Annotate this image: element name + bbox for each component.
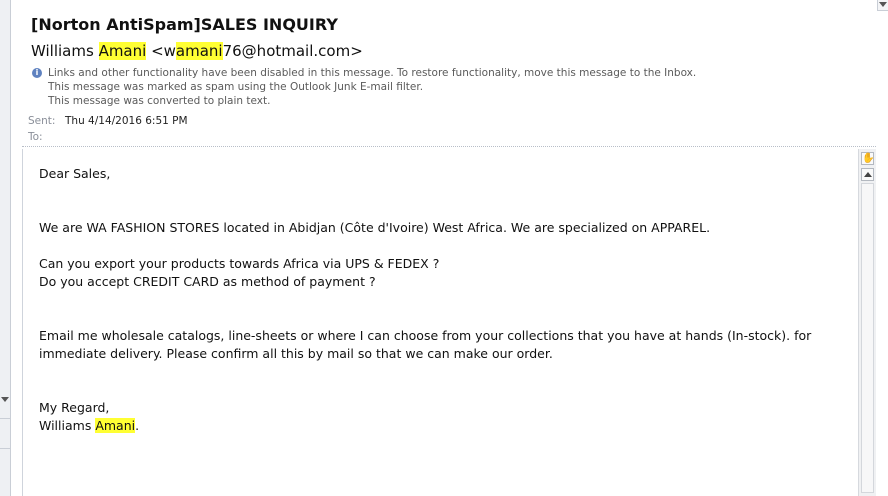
body-paragraph-line: Can you export your products towards Afr… (39, 256, 440, 271)
info-bar[interactable]: Links and other functionality have been … (48, 66, 696, 108)
body-signature: Williams Amani. (39, 417, 839, 435)
to-label: To: (28, 131, 43, 143)
chevron-down-icon (879, 2, 887, 7)
sender-name: Williams (31, 42, 99, 60)
body-paragraph: We are WA FASHION STORES located in Abid… (39, 220, 711, 235)
divider (0, 448, 10, 449)
body-closing: My Regard, (39, 400, 110, 415)
sender-name-highlight: Amani (98, 42, 147, 60)
sender-email-open: <w (146, 42, 176, 60)
signature-highlight: Amani (95, 418, 136, 433)
sent-value: Thu 4/14/2016 6:51 PM (65, 115, 188, 127)
scroll-up-button[interactable] (861, 168, 874, 181)
message-subject: [Norton AntiSpam]SALES INQUIRY (31, 15, 338, 34)
collapse-header-button[interactable] (877, 0, 888, 11)
info-icon[interactable]: i (32, 68, 42, 78)
left-pane-edge (0, 0, 11, 496)
body-paragraph-line: immediate delivery. Please confirm all t… (39, 346, 553, 361)
chevron-up-icon (864, 172, 872, 177)
hand-icon[interactable]: ✋ (861, 152, 874, 165)
chevron-down-icon[interactable] (1, 397, 9, 402)
signature-end: . (135, 418, 140, 433)
message-sender[interactable]: Williams Amani <wamani76@hotmail.com> (31, 42, 363, 60)
sent-label: Sent: (28, 115, 56, 127)
info-bar-line: Links and other functionality have been … (48, 67, 697, 79)
header-divider (22, 146, 876, 147)
body-paragraph-line: Email me wholesale catalogs, line-sheets… (39, 328, 812, 343)
body-paragraph-line: Do you accept CREDIT CARD as method of p… (39, 274, 376, 289)
message-body[interactable]: Dear Sales, We are WA FASHION STORES loc… (22, 149, 859, 496)
sender-email-rest: 76@hotmail.com> (222, 42, 363, 60)
info-bar-line: This message was marked as spam using th… (48, 81, 424, 93)
right-margin (876, 11, 888, 496)
scrollbar-thumb[interactable] (861, 183, 874, 493)
vertical-scrollbar[interactable]: ✋ (858, 149, 876, 496)
sender-email-highlight: amani (175, 42, 223, 60)
body-greeting: Dear Sales, (39, 166, 111, 181)
divider (0, 418, 10, 419)
signature-name: Williams (39, 418, 96, 433)
info-bar-line: This message was converted to plain text… (48, 95, 271, 107)
